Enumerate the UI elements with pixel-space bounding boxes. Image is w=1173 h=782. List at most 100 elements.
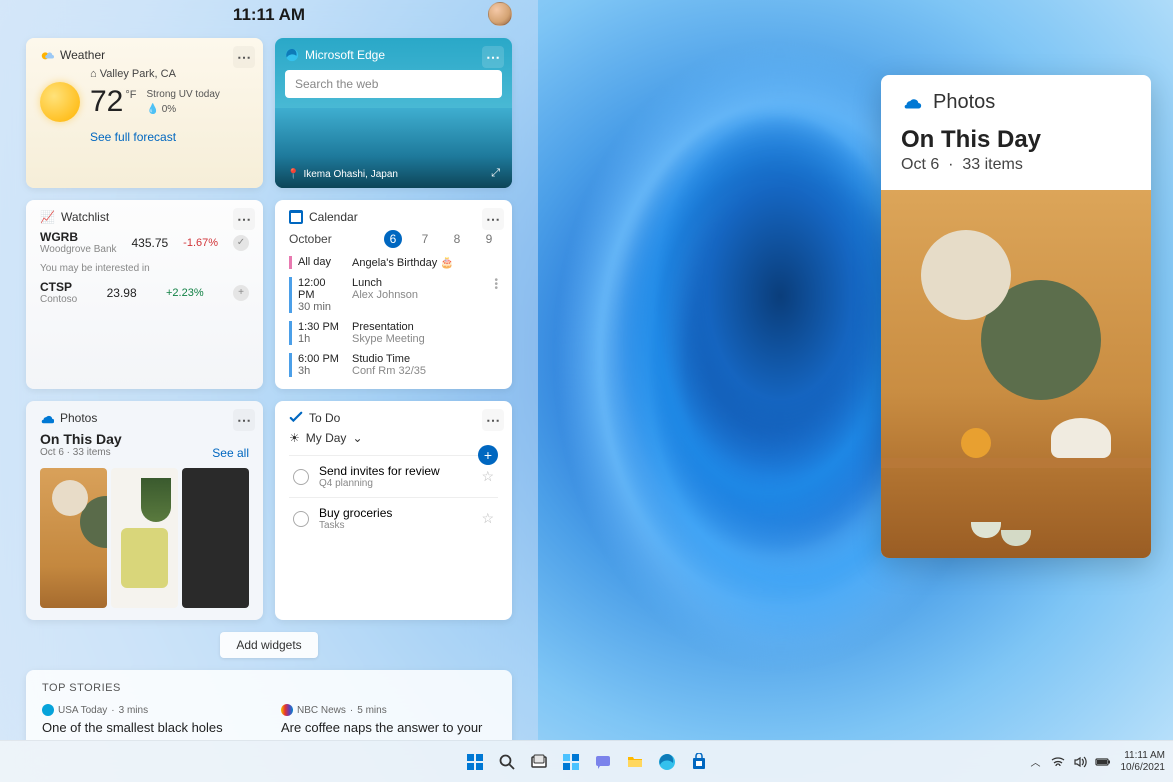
watchlist-more-button[interactable] (233, 208, 255, 230)
todo-checkbox[interactable] (293, 469, 309, 485)
weather-icon (40, 48, 54, 62)
todo-title: To Do (309, 411, 340, 425)
source-icon (281, 704, 293, 716)
story-title: Are coffee naps the answer to your (281, 720, 496, 735)
task-view-button[interactable] (526, 749, 552, 775)
photo-thumbnail[interactable] (182, 468, 249, 608)
calendar-title: Calendar (309, 210, 358, 224)
edge-taskbar-button[interactable] (654, 749, 680, 775)
todo-list-selector[interactable]: ☀ My Day ⌄ (289, 431, 498, 445)
calendar-widget[interactable]: Calendar October 6 7 8 9 All dayAngela's… (275, 200, 512, 389)
calendar-event[interactable]: 12:00 PM30 minLunchAlex Johnson••• (289, 277, 498, 313)
story-title: One of the smallest black holes (42, 720, 257, 735)
top-stories-widget[interactable]: TOP STORIES USA Today · 3 mins One of th… (26, 670, 512, 740)
stock-name: Woodgrove Bank (40, 244, 117, 255)
flyout-photo[interactable] (881, 190, 1151, 558)
source-icon (42, 704, 54, 716)
calendar-date[interactable]: 8 (448, 230, 466, 248)
calendar-event[interactable]: 1:30 PM1hPresentationSkype Meeting (289, 321, 498, 345)
calendar-more-button[interactable] (482, 208, 504, 230)
todo-checkbox[interactable] (293, 511, 309, 527)
todo-widget[interactable]: To Do ☀ My Day ⌄ + Send invites for revi… (275, 401, 512, 620)
edge-background-image: 📍 Ikema Ohashi, Japan ⤢ (275, 108, 512, 188)
stock-symbol: WGRB (40, 230, 117, 244)
see-all-link[interactable]: See all (212, 446, 249, 460)
stock-price: 435.75 (132, 236, 169, 250)
photo-thumbnail[interactable] (111, 468, 178, 608)
stock-price: 23.98 (107, 286, 137, 300)
watchlist-row[interactable]: CTSP Contoso 23.98 +2.23% + (40, 280, 249, 305)
weather-more-button[interactable] (233, 46, 255, 68)
story-item[interactable]: NBC News · 5 mins Are coffee naps the an… (281, 704, 496, 735)
todo-more-button[interactable] (482, 409, 504, 431)
onedrive-icon (901, 92, 923, 114)
wifi-icon[interactable] (1051, 755, 1065, 769)
flyout-app-title: Photos (933, 91, 995, 114)
photos-widget[interactable]: Photos On This Day Oct 6 · 33 items See … (26, 401, 263, 620)
volume-icon[interactable] (1073, 755, 1087, 769)
taskbar-clock[interactable]: 11:11 AM 10/6/2021 (1121, 750, 1166, 774)
weather-title: Weather (60, 48, 105, 62)
calendar-icon (289, 210, 303, 224)
watchlist-widget[interactable]: 📈 Watchlist WGRB Woodgrove Bank 435.75 -… (26, 200, 263, 389)
star-icon[interactable]: ☆ (481, 510, 494, 527)
sun-outline-icon: ☀ (289, 431, 300, 445)
weather-location: Valley Park, CA (90, 68, 249, 80)
store-button[interactable] (686, 749, 712, 775)
photos-flyout[interactable]: Photos On This Day Oct 6 · 33 items (881, 75, 1151, 558)
onedrive-icon (40, 411, 54, 425)
stock-name: Contoso (40, 294, 77, 305)
stories-heading: TOP STORIES (42, 682, 496, 694)
expand-icon[interactable]: ⤢ (491, 167, 500, 180)
weather-precip: 0% (162, 104, 176, 115)
edge-more-button[interactable] (482, 46, 504, 68)
chat-button[interactable] (590, 749, 616, 775)
taskbar: ︿ 11:11 AM 10/6/2021 (0, 740, 1173, 782)
check-icon[interactable]: ✓ (233, 235, 249, 251)
see-forecast-link[interactable]: See full forecast (90, 130, 176, 144)
search-button[interactable] (494, 749, 520, 775)
battery-icon[interactable] (1095, 755, 1111, 769)
todo-item[interactable]: Send invites for reviewQ4 planning☆ (289, 455, 498, 497)
edge-title: Microsoft Edge (305, 48, 385, 62)
calendar-date[interactable]: 9 (480, 230, 498, 248)
story-item[interactable]: USA Today · 3 mins One of the smallest b… (42, 704, 257, 735)
calendar-month[interactable]: October (289, 232, 332, 246)
chevron-down-icon: ⌄ (352, 431, 362, 445)
widgets-panel: 11:11 AM Weather Valley Park, CA 72 °F S… (0, 0, 538, 740)
photos-more-button[interactable] (233, 409, 255, 431)
add-widgets-button[interactable]: Add widgets (220, 632, 317, 658)
edge-widget[interactable]: Microsoft Edge Search the web 📍 Ikema Oha… (275, 38, 512, 188)
edge-caption: Ikema Ohashi, Japan (303, 169, 398, 180)
calendar-event[interactable]: All dayAngela's Birthday 🎂 (289, 256, 498, 269)
watchlist-icon: 📈 (40, 210, 55, 224)
edge-icon (285, 48, 299, 62)
add-icon[interactable]: + (233, 285, 249, 301)
photos-title: Photos (60, 411, 97, 425)
tray-chevron-icon[interactable]: ︿ (1031, 754, 1041, 769)
watchlist-hint: You may be interested in (40, 263, 249, 274)
temp-value: 72 (90, 85, 123, 119)
star-icon[interactable]: ☆ (481, 468, 494, 485)
edge-search-input[interactable]: Search the web (285, 70, 502, 98)
widgets-button[interactable] (558, 749, 584, 775)
stock-change: +2.23% (166, 287, 204, 299)
flyout-heading: On This Day (901, 126, 1131, 154)
watchlist-row[interactable]: WGRB Woodgrove Bank 435.75 -1.67% ✓ (40, 230, 249, 255)
calendar-date-strip: 6 7 8 9 (384, 230, 498, 248)
photo-thumbnail[interactable] (40, 468, 107, 608)
calendar-date[interactable]: 7 (416, 230, 434, 248)
add-task-button[interactable]: + (478, 445, 498, 465)
panel-time: 11:11 AM (233, 5, 305, 25)
user-avatar[interactable] (488, 2, 512, 26)
sun-icon (40, 82, 80, 122)
calendar-event[interactable]: 6:00 PM3hStudio TimeConf Rm 32/35 (289, 353, 498, 377)
start-button[interactable] (462, 749, 488, 775)
calendar-date[interactable]: 6 (384, 230, 402, 248)
file-explorer-button[interactable] (622, 749, 648, 775)
stock-change: -1.67% (183, 237, 218, 249)
weather-widget[interactable]: Weather Valley Park, CA 72 °F Strong UV … (26, 38, 263, 188)
todo-item[interactable]: Buy groceriesTasks☆ (289, 497, 498, 539)
location-pin-icon: 📍 (287, 169, 299, 180)
watchlist-title: Watchlist (61, 210, 109, 224)
